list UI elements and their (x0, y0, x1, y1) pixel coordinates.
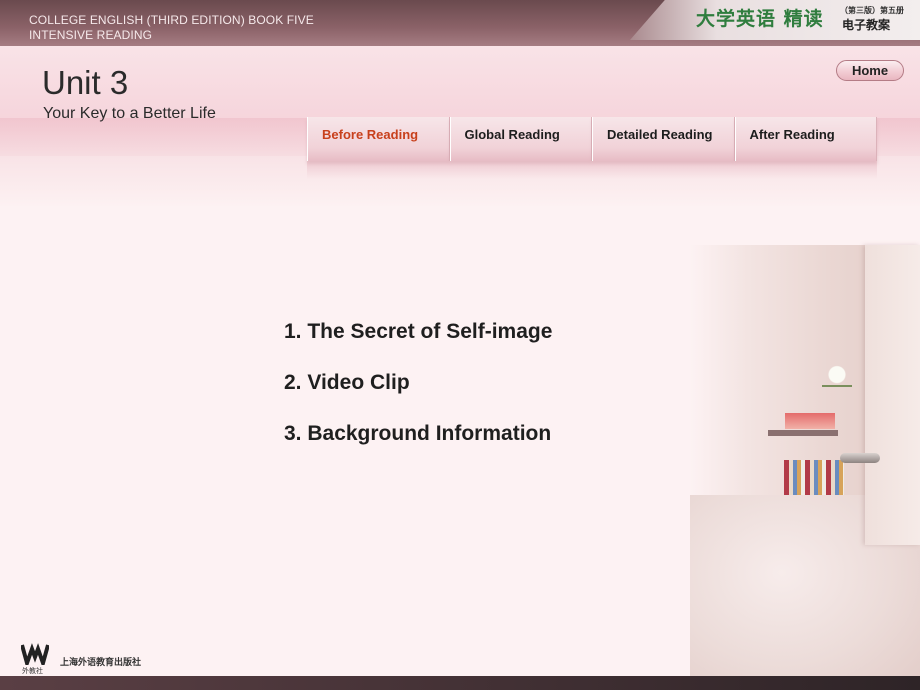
publisher-logo-caption: 外教社 (22, 667, 43, 675)
bedroom-photo (690, 245, 920, 690)
publisher-logo-icon (21, 643, 49, 665)
tab-detailed-reading[interactable]: Detailed Reading (592, 117, 735, 161)
course-title-line2: INTENSIVE READING (29, 28, 153, 42)
tab-after-reading[interactable]: After Reading (734, 117, 877, 161)
top-banner: COLLEGE ENGLISH (THIRD EDITION) BOOK FIV… (0, 0, 920, 46)
publisher-name: 上海外语教育出版社 (60, 658, 142, 668)
home-button[interactable]: Home (836, 60, 904, 81)
photo-books-stack (785, 413, 835, 429)
tab-global-reading[interactable]: Global Reading (449, 117, 592, 161)
content-item-video-clip[interactable]: 2. Video Clip (284, 371, 552, 422)
content-item-self-image[interactable]: 1. The Secret of Self-image (284, 320, 552, 371)
unit-subtitle: Your Key to a Better Life (43, 105, 216, 122)
brand-edition: （第三版）第五册 (840, 6, 904, 15)
photo-door-handle (840, 453, 880, 463)
bottom-strip (0, 676, 920, 690)
brand-subtitle: 电子教案 (842, 18, 891, 32)
course-title-line1: COLLEGE ENGLISH (THIRD EDITION) BOOK FIV… (29, 13, 314, 27)
course-title: COLLEGE ENGLISH (THIRD EDITION) BOOK FIV… (29, 13, 314, 43)
content-item-background-info[interactable]: 3. Background Information (284, 422, 552, 473)
tab-shadow (307, 161, 877, 179)
photo-flower (822, 365, 852, 413)
photo-door (865, 245, 920, 545)
tab-before-reading[interactable]: Before Reading (307, 117, 450, 161)
content-menu: 1. The Secret of Self-image 2. Video Cli… (284, 320, 552, 473)
unit-title: Unit 3 (42, 64, 129, 101)
brand-logo-text: 大学英语 精读 (696, 8, 824, 30)
photo-shelf (768, 430, 838, 436)
section-tabs: Before Reading Global Reading Detailed R… (307, 117, 877, 161)
